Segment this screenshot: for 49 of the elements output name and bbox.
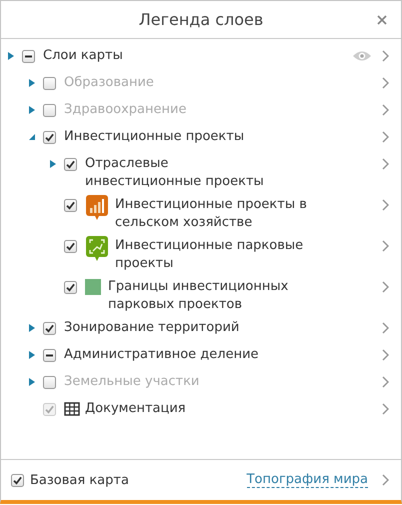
chart-marker-icon	[85, 235, 109, 263]
chevron-right-icon[interactable]	[382, 158, 389, 170]
chevron-right-icon[interactable]	[382, 474, 389, 486]
window-title: Легенда слоев	[138, 10, 264, 29]
chevron-right-icon[interactable]	[382, 131, 389, 143]
layer-name[interactable]: Административное деление	[64, 346, 259, 364]
layer-name[interactable]: Границы инвестиционных парковых проектов	[108, 278, 308, 314]
chevron-right-icon[interactable]	[382, 349, 389, 361]
table-icon	[64, 402, 80, 416]
checkbox[interactable]	[64, 158, 77, 171]
collapsed-arrow-icon[interactable]	[28, 377, 36, 387]
checkbox[interactable]	[43, 349, 56, 362]
bar-chart-marker-icon	[85, 194, 109, 222]
layer-name[interactable]: Слои карты	[43, 47, 123, 65]
checkbox[interactable]	[43, 131, 56, 144]
checkbox[interactable]	[64, 199, 77, 212]
chevron-right-icon[interactable]	[382, 240, 389, 252]
checkbox[interactable]	[22, 50, 35, 63]
checkbox[interactable]	[43, 376, 56, 389]
collapsed-arrow-icon[interactable]	[28, 105, 36, 115]
collapsed-arrow-icon[interactable]	[28, 350, 36, 360]
checkbox[interactable]	[43, 322, 56, 335]
layer-name[interactable]: Инвестиционные проекты в сельском хозяйстве	[115, 196, 315, 232]
basemap-link[interactable]: Топография мира	[246, 472, 368, 488]
checkbox[interactable]	[43, 104, 56, 117]
chevron-right-icon[interactable]	[382, 50, 389, 62]
layer-name[interactable]: Инвестиционные парковые проекты	[115, 237, 315, 273]
checkbox[interactable]	[64, 240, 77, 253]
basemap-label: Базовая карта	[30, 472, 130, 488]
collapsed-arrow-icon[interactable]	[28, 323, 36, 333]
checkbox[interactable]	[64, 281, 77, 294]
chevron-right-icon[interactable]	[382, 322, 389, 334]
chevron-right-icon[interactable]	[382, 376, 389, 388]
expanded-arrow-icon[interactable]	[28, 133, 36, 141]
collapsed-arrow-icon[interactable]	[28, 78, 36, 88]
chevron-right-icon[interactable]	[382, 104, 389, 116]
close-icon[interactable]	[377, 15, 387, 25]
chevron-right-icon[interactable]	[382, 403, 389, 415]
layer-name[interactable]: Отраслевые инвестиционные проекты	[85, 155, 285, 191]
chevron-right-icon[interactable]	[382, 281, 389, 293]
chevron-right-icon[interactable]	[382, 199, 389, 211]
eye-icon[interactable]	[352, 50, 372, 62]
checkbox[interactable]	[11, 474, 24, 486]
layer-name[interactable]: Зонирование территорий	[64, 319, 240, 337]
layer-name[interactable]: Инвестиционные проекты	[64, 128, 244, 146]
chevron-right-icon[interactable]	[382, 77, 389, 89]
checkbox[interactable]	[43, 77, 56, 90]
collapsed-arrow-icon[interactable]	[49, 159, 57, 169]
collapsed-arrow-icon[interactable]	[7, 51, 15, 61]
